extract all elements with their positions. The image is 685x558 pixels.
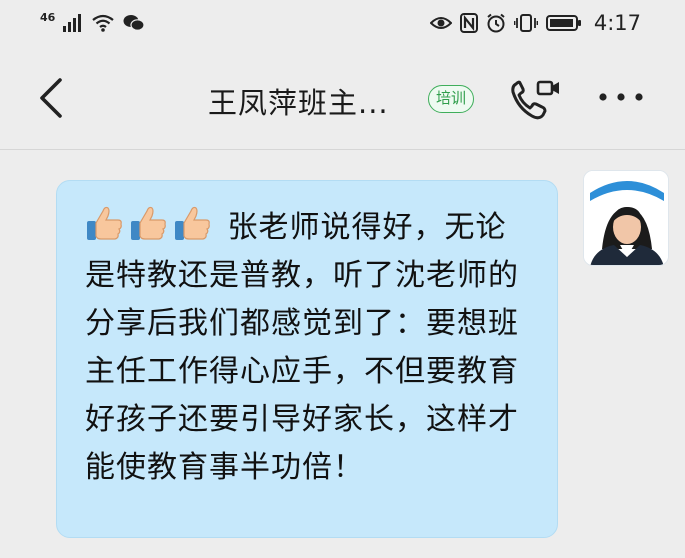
alarm-icon — [487, 13, 505, 33]
back-arrow-icon[interactable] — [32, 74, 72, 122]
more-options-icon[interactable] — [598, 90, 644, 104]
message-content: 张老师说得好，无论是特教还是普教，听了沈老师的分享后我们都感觉到了：要想班主任工… — [85, 203, 531, 492]
network-type-label: 46 — [40, 10, 56, 24]
vibrate-icon — [513, 14, 538, 32]
battery-icon — [545, 15, 581, 31]
avatar-portrait-icon — [584, 171, 668, 265]
nfc-icon — [459, 13, 478, 33]
video-call-icon[interactable] — [508, 76, 562, 124]
thumbs-up-icon — [175, 206, 210, 240]
signal-icon — [63, 14, 82, 32]
sender-avatar[interactable] — [583, 170, 669, 266]
thumbs-up-emoji-row — [85, 206, 228, 245]
status-right: 4:17 — [429, 11, 641, 35]
message-bubble[interactable]: 张老师说得好，无论是特教还是普教，听了沈老师的分享后我们都感觉到了：要想班主任工… — [56, 180, 558, 538]
wifi-icon — [92, 14, 114, 32]
message-text: 张老师说得好，无论是特教还是普教，听了沈老师的分享后我们都感觉到了：要想班主任工… — [85, 210, 519, 485]
chat-title-bar: 王凤萍班主... 培训 — [0, 46, 685, 150]
thumbs-up-icon — [87, 206, 122, 240]
status-bar: 46 4:17 — [0, 0, 685, 46]
chat-title: 王凤萍班主... — [208, 86, 389, 120]
status-left: 46 — [40, 10, 145, 32]
eye-icon — [429, 17, 452, 29]
wechat-icon — [123, 15, 145, 31]
status-time: 4:17 — [593, 11, 641, 35]
thumbs-up-icon — [131, 206, 166, 240]
group-tag-badge: 培训 — [428, 85, 475, 113]
